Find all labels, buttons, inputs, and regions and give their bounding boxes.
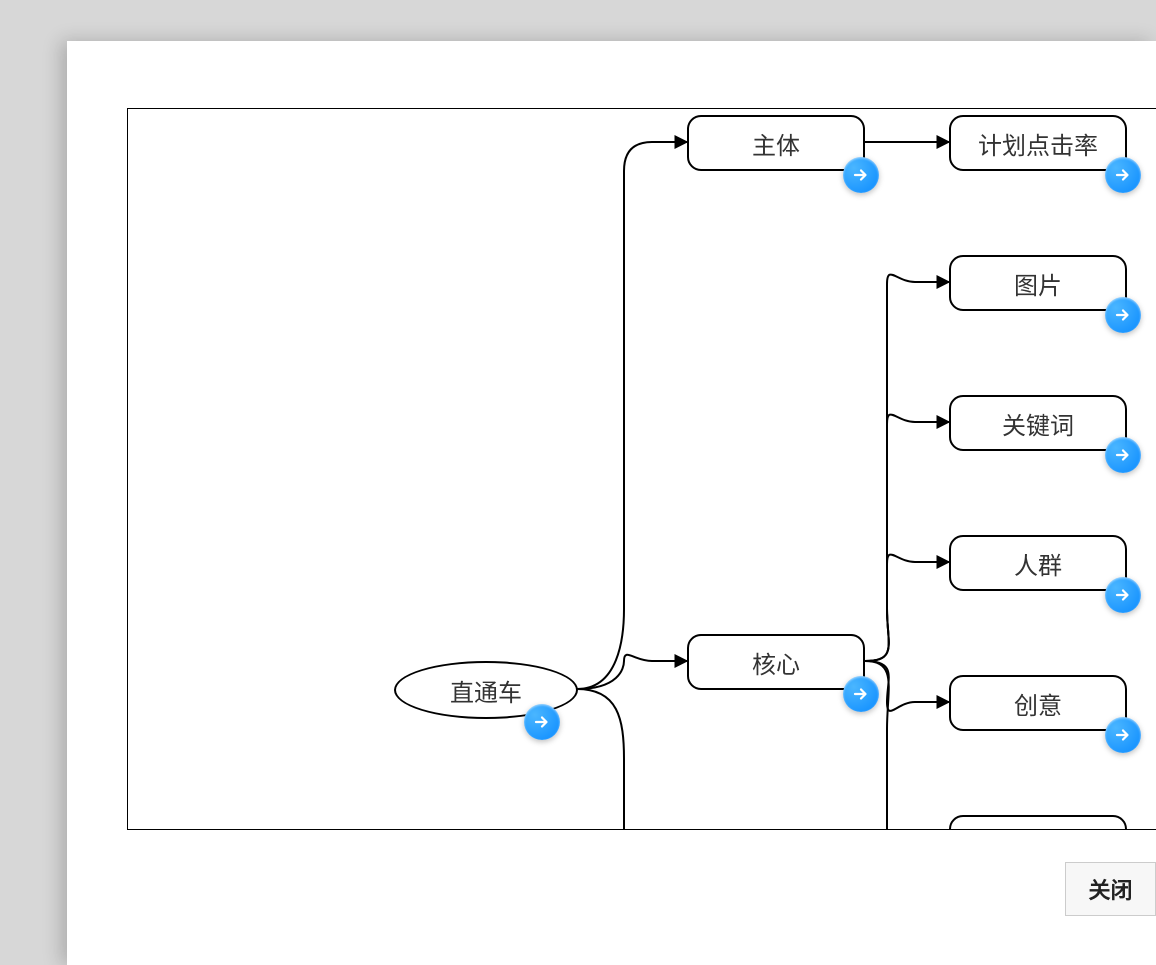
- node-region-label: 地域: [1014, 826, 1062, 831]
- node-core-label: 核心: [752, 645, 800, 680]
- node-root-label: 直通车: [450, 673, 522, 708]
- expand-icon[interactable]: [1105, 157, 1141, 193]
- node-keyword[interactable]: 关键词: [949, 395, 1127, 451]
- expand-icon[interactable]: [1105, 577, 1141, 613]
- expand-icon[interactable]: [1105, 717, 1141, 753]
- close-button-label: 关闭: [1088, 873, 1132, 905]
- expand-icon[interactable]: [524, 704, 560, 740]
- node-subject-label: 主体: [752, 126, 800, 161]
- diagram-canvas-frame: 直通车 主体 计划点击率 核心: [127, 108, 1156, 830]
- node-crowd-label: 人群: [1014, 546, 1062, 581]
- node-image[interactable]: 图片: [949, 255, 1127, 311]
- node-subject[interactable]: 主体: [687, 115, 865, 171]
- node-plan-ctr[interactable]: 计划点击率: [949, 115, 1127, 171]
- node-creative-label: 创意: [1014, 686, 1062, 721]
- node-plan-ctr-label: 计划点击率: [978, 126, 1098, 161]
- node-core[interactable]: 核心: [687, 634, 865, 690]
- modal-panel: 直通车 主体 计划点击率 核心: [67, 41, 1156, 965]
- close-button[interactable]: 关闭: [1065, 862, 1156, 916]
- node-creative[interactable]: 创意: [949, 675, 1127, 731]
- node-keyword-label: 关键词: [1002, 406, 1074, 441]
- expand-icon[interactable]: [843, 157, 879, 193]
- node-region[interactable]: 地域: [949, 815, 1127, 830]
- diagram-canvas[interactable]: 直通车 主体 计划点击率 核心: [128, 109, 1156, 829]
- node-crowd[interactable]: 人群: [949, 535, 1127, 591]
- node-image-label: 图片: [1014, 266, 1062, 301]
- expand-icon[interactable]: [1105, 297, 1141, 333]
- expand-icon[interactable]: [843, 676, 879, 712]
- expand-icon[interactable]: [1105, 437, 1141, 473]
